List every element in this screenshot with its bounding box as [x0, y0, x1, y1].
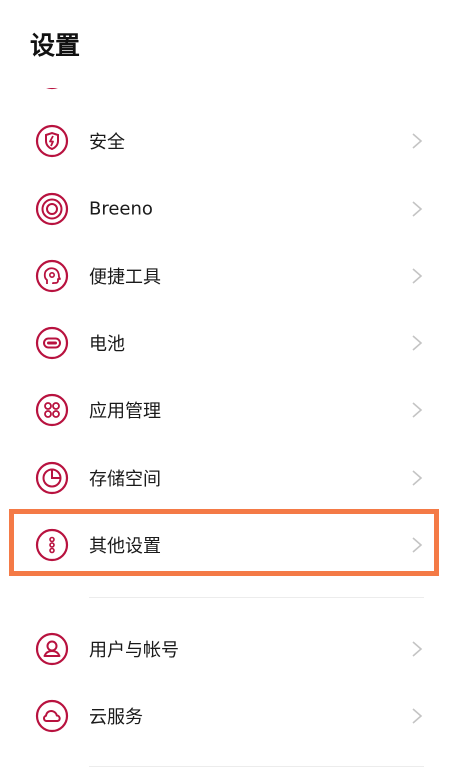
cloud-icon	[35, 699, 69, 733]
divider	[89, 597, 424, 598]
chevron-right-icon	[412, 536, 423, 553]
settings-item-cloud[interactable]: 云服务	[0, 682, 455, 749]
chevron-right-icon	[412, 132, 423, 149]
convenience-tools-icon	[35, 259, 69, 293]
settings-item-user-account[interactable]: 用户与帐号	[0, 615, 455, 682]
breeno-icon	[35, 192, 69, 226]
chevron-right-icon	[412, 267, 423, 284]
settings-item-label: 存储空间	[89, 468, 161, 490]
settings-item-more-settings[interactable]: 其他设置	[0, 511, 455, 578]
settings-item-storage[interactable]: 存储空间	[0, 444, 455, 511]
user-account-icon	[35, 632, 69, 666]
divider	[89, 766, 424, 767]
settings-item-security[interactable]: 安全	[0, 107, 455, 174]
chevron-right-icon	[412, 200, 423, 217]
chevron-right-icon	[412, 401, 423, 418]
app-management-icon	[35, 393, 69, 427]
battery-icon	[35, 326, 69, 360]
settings-item-breeno[interactable]: Breeno	[0, 175, 455, 242]
chevron-right-icon	[412, 640, 423, 657]
settings-item-label: 应用管理	[89, 400, 161, 422]
settings-item-label: 安全	[89, 131, 125, 153]
chevron-right-icon	[412, 334, 423, 351]
page-title: 设置	[30, 31, 81, 60]
settings-item-convenience-tools[interactable]: 便捷工具	[0, 242, 455, 309]
settings-item-app-management[interactable]: 应用管理	[0, 376, 455, 443]
chevron-right-icon	[412, 469, 423, 486]
storage-icon	[35, 461, 69, 495]
settings-item-label: 电池	[89, 333, 125, 355]
settings-item-label: 用户与帐号	[89, 639, 179, 661]
settings-item-label: Breeno	[89, 198, 153, 219]
chevron-right-icon	[412, 707, 423, 724]
settings-item-battery[interactable]: 电池	[0, 309, 455, 376]
settings-item-label: 云服务	[89, 706, 143, 728]
settings-item-label: 便捷工具	[89, 266, 161, 288]
settings-item-label: 其他设置	[89, 535, 161, 557]
security-icon	[35, 124, 69, 158]
more-settings-icon	[35, 528, 69, 562]
